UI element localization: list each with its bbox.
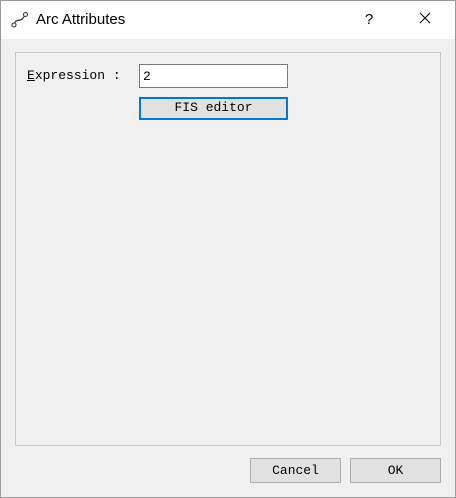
- arc-graph-icon: [11, 11, 29, 29]
- expression-input[interactable]: [139, 64, 288, 88]
- expression-label-text: xpression :: [34, 68, 121, 83]
- ok-button[interactable]: OK: [350, 458, 441, 483]
- fis-editor-button[interactable]: FIS editor: [139, 97, 288, 120]
- attributes-panel: Expression : FIS editor: [15, 52, 441, 446]
- close-icon: [419, 11, 431, 29]
- title-bar: Arc Attributes ?: [1, 1, 455, 39]
- expression-label-accelerator: E: [27, 68, 35, 83]
- arc-attributes-dialog: Arc Attributes ? Expression : FIS editor…: [0, 0, 456, 498]
- cancel-button[interactable]: Cancel: [250, 458, 341, 483]
- close-button[interactable]: [407, 2, 443, 38]
- expression-label: Expression :: [27, 68, 121, 84]
- help-button[interactable]: ?: [351, 2, 387, 38]
- window-title: Arc Attributes: [36, 11, 126, 28]
